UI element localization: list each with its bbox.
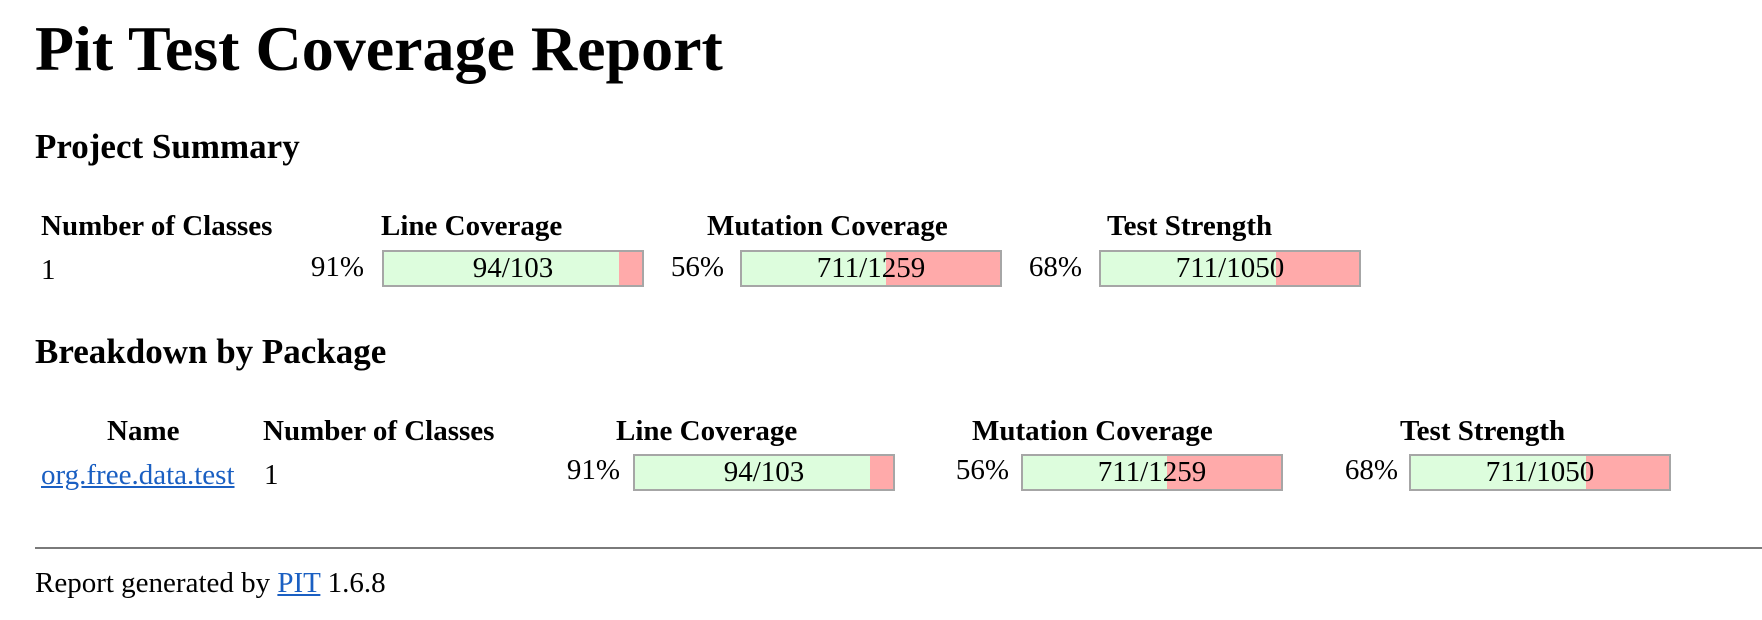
summary-line-bar: 94/103: [382, 250, 644, 287]
page-title: Pit Test Coverage Report: [35, 13, 723, 84]
pit-link[interactable]: PIT: [277, 567, 320, 599]
package-header-line: Line Coverage: [616, 415, 798, 447]
summary-line-percent: 91%: [310, 251, 364, 283]
package-mutation-ratio: 711/1259: [1097, 456, 1207, 488]
package-header-classes: Number of Classes: [263, 415, 495, 447]
summary-mutation-bar: 711/1259: [740, 250, 1002, 287]
package-header-strength: Test Strength: [1400, 415, 1566, 447]
package-mutation-percent: 56%: [955, 454, 1009, 486]
package-strength-percent: 68%: [1344, 454, 1398, 486]
package-line-bar: 94/103: [633, 454, 895, 491]
summary-mutation-ratio: 711/1259: [816, 252, 926, 284]
footer-version: 1.6.8: [327, 567, 386, 599]
package-line-ratio: 94/103: [723, 456, 805, 488]
summary-header-line: Line Coverage: [381, 210, 563, 242]
footer-divider: [35, 547, 1762, 549]
summary-strength-percent: 68%: [1028, 251, 1082, 283]
package-breakdown-heading: Breakdown by Package: [35, 332, 387, 371]
report-page: Pit Test Coverage Report Project Summary…: [0, 0, 1762, 620]
footer-prefix: Report generated by: [35, 567, 271, 599]
package-header-mutation: Mutation Coverage: [972, 415, 1213, 447]
package-strength-bar: 711/1050: [1409, 454, 1671, 491]
summary-mutation-percent: 56%: [670, 251, 724, 283]
summary-header-mutation: Mutation Coverage: [707, 210, 948, 242]
summary-classes-value: 1: [41, 254, 56, 286]
package-mutation-bar: 711/1259: [1021, 454, 1283, 491]
summary-header-strength: Test Strength: [1107, 210, 1273, 242]
summary-strength-ratio: 711/1050: [1175, 252, 1285, 284]
summary-line-ratio: 94/103: [472, 252, 554, 284]
summary-strength-bar: 711/1050: [1099, 250, 1361, 287]
package-strength-ratio: 711/1050: [1485, 456, 1595, 488]
package-name-link[interactable]: org.free.data.test: [41, 461, 235, 490]
package-header-name: Name: [107, 415, 180, 447]
package-line-percent: 91%: [566, 454, 620, 486]
footer: Report generated by PIT 1.6.8: [35, 569, 386, 598]
project-summary-heading: Project Summary: [35, 127, 300, 166]
summary-header-classes: Number of Classes: [41, 210, 273, 242]
package-classes-value: 1: [264, 459, 279, 491]
